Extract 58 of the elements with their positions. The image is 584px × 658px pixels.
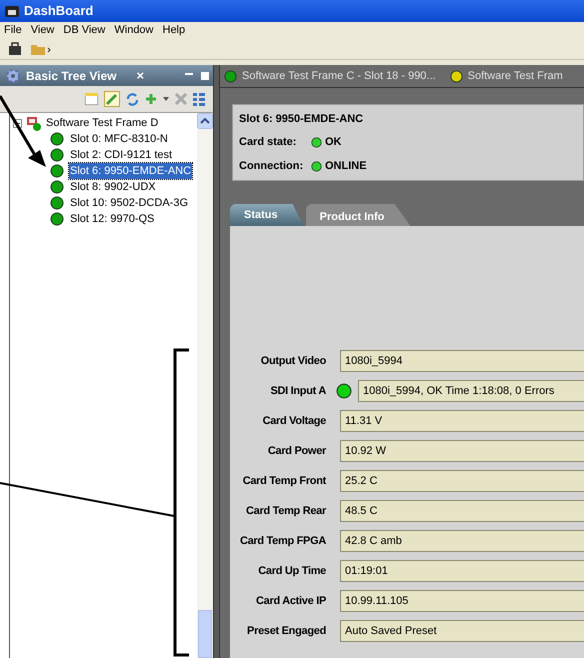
value-field: 10.99.11.105: [340, 590, 584, 612]
value-field: 10.92 W: [340, 440, 584, 462]
value-field: 11.31 V: [340, 410, 584, 432]
field-label: Card Voltage: [262, 414, 326, 429]
menu-item[interactable]: Window: [114, 22, 154, 38]
phone-icon: [4, 4, 20, 18]
value-field: 42.8 C amb: [340, 530, 584, 552]
menu-item[interactable]: File: [4, 22, 22, 38]
menu-item[interactable]: View: [30, 22, 54, 38]
field-label: Card Temp Front: [242, 474, 326, 489]
field-label: Card Temp Rear: [245, 504, 326, 519]
document-tab[interactable]: Software Test Frame C - Slot 18 - 990...: [242, 68, 436, 84]
window-title: DashBoard: [24, 2, 94, 20]
tree-item[interactable]: Slot 10: 9502-DCDA-3G: [69, 194, 189, 212]
menu-item[interactable]: DB View: [63, 22, 106, 38]
value-field: 48.5 C: [340, 500, 584, 522]
field-label: Card Power: [266, 444, 326, 459]
tree-item[interactable]: Software Test Frame D: [46, 114, 158, 132]
tab[interactable]: Status: [230, 204, 304, 226]
plus-icon[interactable]: [145, 93, 157, 105]
scroll-up-icon[interactable]: [197, 113, 213, 129]
status-value: ONLINE: [325, 158, 367, 174]
status-label: Connection:: [239, 158, 304, 174]
callout-arrow: [0, 95, 46, 167]
tree-item[interactable]: Slot 2: CDI-9121 test: [69, 146, 174, 164]
value-field: 01:19:01: [340, 560, 584, 582]
value-field: 25.2 C: [340, 470, 584, 492]
document-tab[interactable]: Software Test Fram: [468, 68, 563, 84]
maximize-icon[interactable]: [201, 72, 209, 80]
field-label: Card Up Time: [257, 564, 326, 579]
card-title: Slot 6: 9950-EMDE-ANC: [239, 112, 364, 127]
caret-icon[interactable]: [163, 97, 169, 101]
field-label: Card Active IP: [255, 594, 326, 609]
menu-item[interactable]: Help: [162, 22, 186, 38]
field-label: Card Temp FPGA: [238, 534, 326, 549]
scrollbar[interactable]: [197, 113, 213, 658]
value-field: 1080i_5994: [340, 350, 584, 372]
frame-icon: [26, 116, 42, 130]
scroll-thumb[interactable]: [198, 610, 212, 658]
briefcase-icon[interactable]: [8, 42, 22, 56]
tree-item[interactable]: Slot 8: 9902-UDX: [69, 178, 157, 196]
status-value: OK: [325, 135, 342, 150]
value-field: 1080i_5994, OK Time 1:18:08, 0 Errors: [358, 380, 584, 402]
status-label: Card state:: [239, 135, 298, 150]
tree-item[interactable]: Slot 12: 9970-QS: [69, 210, 156, 228]
window-icon[interactable]: [85, 93, 98, 105]
refresh-icon[interactable]: [126, 92, 139, 106]
field-label: Output Video: [260, 354, 326, 369]
field-label: SDI Input A: [269, 384, 326, 399]
edit-icon[interactable]: [104, 91, 120, 107]
value-field: Auto Saved Preset: [340, 620, 584, 642]
gear-icon: [4, 68, 22, 84]
tree-item[interactable]: Slot 0: MFC-8310-N: [69, 130, 169, 148]
panel-title: Basic Tree View: [26, 68, 117, 84]
list-icon[interactable]: [193, 92, 205, 106]
close-button[interactable]: ×: [136, 66, 144, 86]
field-label: Preset Engaged: [246, 624, 326, 639]
tree-item[interactable]: Slot 6: 9950-EMDE-ANC: [69, 162, 192, 180]
